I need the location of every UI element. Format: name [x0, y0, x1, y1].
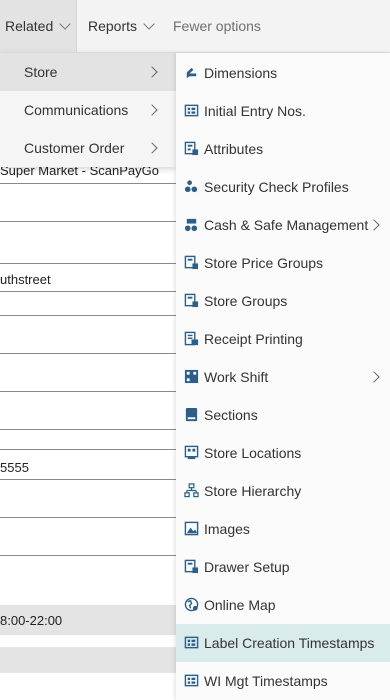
- field-underline: [0, 353, 200, 354]
- store-group-icon: [184, 293, 199, 308]
- chevron-right-icon: [368, 371, 380, 383]
- security-icon: [184, 180, 198, 193]
- submenu-item-store-groups[interactable]: Store Groups: [176, 282, 390, 320]
- field-underline: [0, 221, 200, 222]
- hours-value: 8:00-22:00: [0, 613, 63, 628]
- field-underline: [0, 263, 200, 264]
- drawer-icon: [184, 559, 199, 574]
- submenu-item-label: Online Map: [204, 597, 276, 613]
- divider: [76, 0, 77, 52]
- submenu-item-initial-entry-nos[interactable]: Initial Entry Nos.: [176, 92, 390, 130]
- submenu-item-store-locations[interactable]: Store Locations: [176, 434, 390, 472]
- submenu-item-label: Dimensions: [204, 65, 278, 81]
- field-underline: [0, 429, 200, 430]
- price-group-icon: [184, 255, 199, 270]
- submenu-item-label: Work Shift: [204, 369, 269, 385]
- submenu-item-label: Receipt Printing: [204, 331, 303, 347]
- field-underline: [0, 183, 200, 184]
- menu-item-label: Communications: [24, 102, 129, 118]
- field-underline: [0, 391, 200, 392]
- submenu-item-label: Drawer Setup: [204, 559, 290, 575]
- submenu-item-wi-mgt-timestamps[interactable]: WI Mgt Timestamps: [176, 662, 390, 700]
- menu-item-store[interactable]: Store: [0, 53, 176, 91]
- chevron-right-icon: [368, 219, 380, 231]
- submenu-item-security-check-profiles[interactable]: Security Check Profiles: [176, 168, 390, 206]
- submenu-item-label: Store Locations: [204, 445, 302, 461]
- submenu-item-label: Security Check Profiles: [204, 179, 349, 195]
- reports-menu-button[interactable]: Reports: [88, 0, 155, 52]
- menu-item-communications[interactable]: Communications: [0, 91, 176, 129]
- related-label: Related: [5, 18, 54, 34]
- locations-icon: [184, 445, 199, 460]
- submenu-item-images[interactable]: Images: [176, 510, 390, 548]
- field-underline: [0, 449, 200, 450]
- submenu-item-store-price-groups[interactable]: Store Price Groups: [176, 244, 390, 282]
- submenu-item-store-hierarchy[interactable]: Store Hierarchy: [176, 472, 390, 510]
- hierarchy-icon: [184, 483, 199, 498]
- list-table-icon: [184, 104, 199, 117]
- submenu-item-dimensions[interactable]: Dimensions: [176, 54, 390, 92]
- submenu-item-label: Images: [204, 521, 250, 537]
- submenu-item-attributes[interactable]: Attributes: [176, 130, 390, 168]
- submenu-item-label: Label Creation Timestamps: [204, 635, 375, 651]
- street-value: uthstreet: [0, 272, 51, 287]
- submenu-item-cash-safe-management[interactable]: Cash & Safe Management: [176, 206, 390, 244]
- chevron-down-icon: [143, 18, 155, 30]
- submenu-item-label-creation-timestamps[interactable]: Label Creation Timestamps: [176, 624, 390, 662]
- submenu-item-label: WI Mgt Timestamps: [204, 673, 328, 689]
- related-dropdown-menu: Store Communications Customer Order: [0, 53, 176, 167]
- phone-value: 5555: [0, 460, 29, 475]
- cash-icon: [184, 218, 198, 232]
- chevron-right-icon: [146, 104, 158, 116]
- fewer-options-label: Fewer options: [173, 18, 261, 34]
- related-menu-button[interactable]: Related: [0, 0, 76, 52]
- timestamp-icon: [184, 636, 199, 649]
- submenu-item-label: Attributes: [204, 141, 264, 157]
- menu-item-label: Customer Order: [24, 140, 125, 156]
- field-underline: [0, 517, 200, 518]
- submenu-item-work-shift[interactable]: Work Shift: [176, 358, 390, 396]
- chevron-right-icon: [146, 142, 158, 154]
- field-underline: [0, 315, 200, 316]
- submenu-item-receipt-printing[interactable]: Receipt Printing: [176, 320, 390, 358]
- images-icon: [184, 521, 199, 536]
- submenu-item-label: Store Groups: [204, 293, 288, 309]
- submenu-item-label: Initial Entry Nos.: [204, 103, 306, 119]
- menu-item-label: Store: [24, 64, 58, 80]
- attributes-icon: [184, 141, 199, 156]
- receipt-icon: [184, 331, 199, 346]
- field-background: [0, 647, 180, 673]
- field-underline: [0, 479, 200, 480]
- submenu-item-drawer-setup[interactable]: Drawer Setup: [176, 548, 390, 586]
- submenu-item-label: Sections: [204, 407, 258, 423]
- submenu-item-label: Cash & Safe Management: [204, 217, 369, 233]
- globe-icon: [184, 597, 199, 612]
- chevron-down-icon: [59, 18, 71, 30]
- submenu-item-online-map[interactable]: Online Map: [176, 586, 390, 624]
- sections-icon: [185, 407, 198, 422]
- action-bar: Related Reports Fewer options: [0, 0, 390, 53]
- work-shift-icon: [184, 369, 199, 384]
- timestamp-icon: [184, 674, 199, 687]
- chevron-right-icon: [146, 66, 158, 78]
- submenu-item-label: Store Hierarchy: [204, 483, 302, 499]
- field-underline: [0, 555, 200, 556]
- field-underline: [0, 291, 200, 292]
- submenu-item-label: Store Price Groups: [204, 255, 324, 271]
- menu-item-customer-order[interactable]: Customer Order: [0, 129, 176, 167]
- reports-label: Reports: [88, 18, 138, 34]
- submenu-item-sections[interactable]: Sections: [176, 396, 390, 434]
- store-submenu: Dimensions Initial Entry Nos. Attributes…: [176, 53, 390, 700]
- fewer-options-button[interactable]: Fewer options: [173, 0, 261, 52]
- dimensions-icon: [186, 67, 197, 79]
